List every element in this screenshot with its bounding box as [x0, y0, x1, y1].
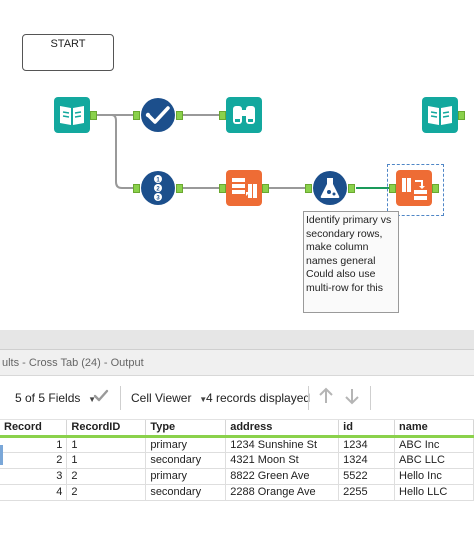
results-toolbar: 5 of 5 Fields ▼ Cell Viewer ▼ 4 records …: [0, 376, 474, 420]
toolbar-separator: [370, 386, 371, 410]
arrow-up-icon[interactable]: [318, 387, 334, 408]
panel-divider[interactable]: [0, 330, 474, 350]
table-row[interactable]: 4 2 secondary 2288 Orange Ave 2255 Hello…: [0, 484, 474, 501]
table-cell[interactable]: Hello Inc: [394, 468, 474, 485]
input-anchor[interactable]: [219, 111, 226, 120]
table-cell[interactable]: secondary: [145, 484, 227, 501]
workflow-canvas[interactable]: START 1 2 3 Identify primary vs secondar…: [0, 0, 474, 330]
table-row[interactable]: 3 2 primary 8822 Green Ave 5522 Hello In…: [0, 468, 474, 485]
input-anchor[interactable]: [219, 184, 226, 193]
browse-tool[interactable]: [226, 97, 262, 133]
table-cell[interactable]: 1234 Sunshine St: [225, 436, 340, 453]
formula-tool[interactable]: [312, 170, 348, 206]
flask-icon: [313, 171, 347, 205]
table-cell[interactable]: primary: [145, 468, 227, 485]
table-cell[interactable]: primary: [145, 436, 227, 453]
table-row[interactable]: 2 1 secondary 4321 Moon St 1324 ABC LLC: [0, 452, 474, 469]
table-cell[interactable]: 1234: [338, 436, 396, 453]
table-cell[interactable]: 8822 Green Ave: [225, 468, 340, 485]
checkmark-icon[interactable]: [93, 388, 109, 407]
records-count: 4 records displayed: [206, 391, 311, 405]
table-cell[interactable]: 2255: [338, 484, 396, 501]
column-header[interactable]: Type: [145, 420, 227, 438]
column-header[interactable]: id: [338, 420, 396, 438]
table-cell[interactable]: Hello LLC: [394, 484, 474, 501]
record-number: 2: [0, 452, 68, 469]
input-anchor[interactable]: [133, 111, 140, 120]
cross-tab-tool[interactable]: [396, 170, 432, 206]
table-cell[interactable]: 2: [66, 484, 147, 501]
table-cell[interactable]: 1324: [338, 452, 396, 469]
fields-label: 5 of 5 Fields: [15, 391, 81, 405]
book-icon: [422, 97, 458, 133]
numbered-list-icon: 1 2 3: [141, 171, 175, 205]
record-number: 3: [0, 468, 68, 485]
input-anchor[interactable]: [133, 184, 140, 193]
table-cell[interactable]: 1: [66, 436, 147, 453]
fields-dropdown[interactable]: 5 of 5 Fields ▼: [15, 391, 96, 405]
results-grid[interactable]: Record RecordID Type address id name 1 1…: [0, 420, 474, 501]
column-header[interactable]: address: [225, 420, 340, 438]
header-row: Record RecordID Type address id name: [0, 420, 474, 438]
cell-viewer-dropdown[interactable]: Cell Viewer ▼: [131, 391, 207, 405]
toolbar-separator: [308, 386, 309, 410]
tool-annotation[interactable]: Identify primary vs secondary rows, make…: [303, 211, 399, 313]
input-anchor[interactable]: [305, 184, 312, 193]
output-anchor[interactable]: [432, 184, 439, 193]
results-title: ults - Cross Tab (24) - Output: [0, 350, 474, 376]
select-tool[interactable]: [140, 97, 176, 133]
cell-viewer-label: Cell Viewer: [131, 391, 192, 405]
column-header[interactable]: name: [394, 420, 474, 438]
binoculars-icon: [226, 97, 262, 133]
output-anchor[interactable]: [176, 111, 183, 120]
input-anchor[interactable]: [389, 184, 396, 193]
record-id-tool[interactable]: 1 2 3: [140, 170, 176, 206]
transpose-tool[interactable]: [226, 170, 262, 206]
record-number: 4: [0, 484, 68, 501]
table-cell[interactable]: 1: [66, 452, 147, 469]
checkmark-icon: [141, 98, 175, 132]
table-cell[interactable]: 5522: [338, 468, 396, 485]
table-cell[interactable]: 2288 Orange Ave: [225, 484, 340, 501]
start-comment[interactable]: START: [22, 34, 114, 71]
input-data-tool[interactable]: [54, 97, 90, 133]
output-anchor[interactable]: [458, 111, 465, 120]
output-anchor[interactable]: [262, 184, 269, 193]
table-row[interactable]: 1 1 primary 1234 Sunshine St 1234 ABC In…: [0, 436, 474, 453]
results-panel: ults - Cross Tab (24) - Output 5 of 5 Fi…: [0, 350, 474, 545]
table-cell[interactable]: ABC Inc: [394, 436, 474, 453]
selection-indicator: [0, 445, 3, 465]
table-cell[interactable]: ABC LLC: [394, 452, 474, 469]
toolbar-separator: [120, 386, 121, 410]
arrow-down-icon[interactable]: [344, 387, 360, 408]
wire-input-recordid: [96, 114, 136, 189]
output-anchor[interactable]: [90, 111, 97, 120]
column-header[interactable]: RecordID: [66, 420, 147, 438]
transpose-icon: [226, 170, 262, 206]
cross-tab-icon: [396, 170, 432, 206]
record-number: 1: [0, 436, 68, 453]
input-data-tool-2[interactable]: [422, 97, 458, 133]
table-cell[interactable]: 2: [66, 468, 147, 485]
output-anchor[interactable]: [176, 184, 183, 193]
column-header[interactable]: Record: [0, 420, 68, 438]
table-cell[interactable]: 4321 Moon St: [225, 452, 340, 469]
book-icon: [54, 97, 90, 133]
output-anchor[interactable]: [348, 184, 355, 193]
table-cell[interactable]: secondary: [145, 452, 227, 469]
